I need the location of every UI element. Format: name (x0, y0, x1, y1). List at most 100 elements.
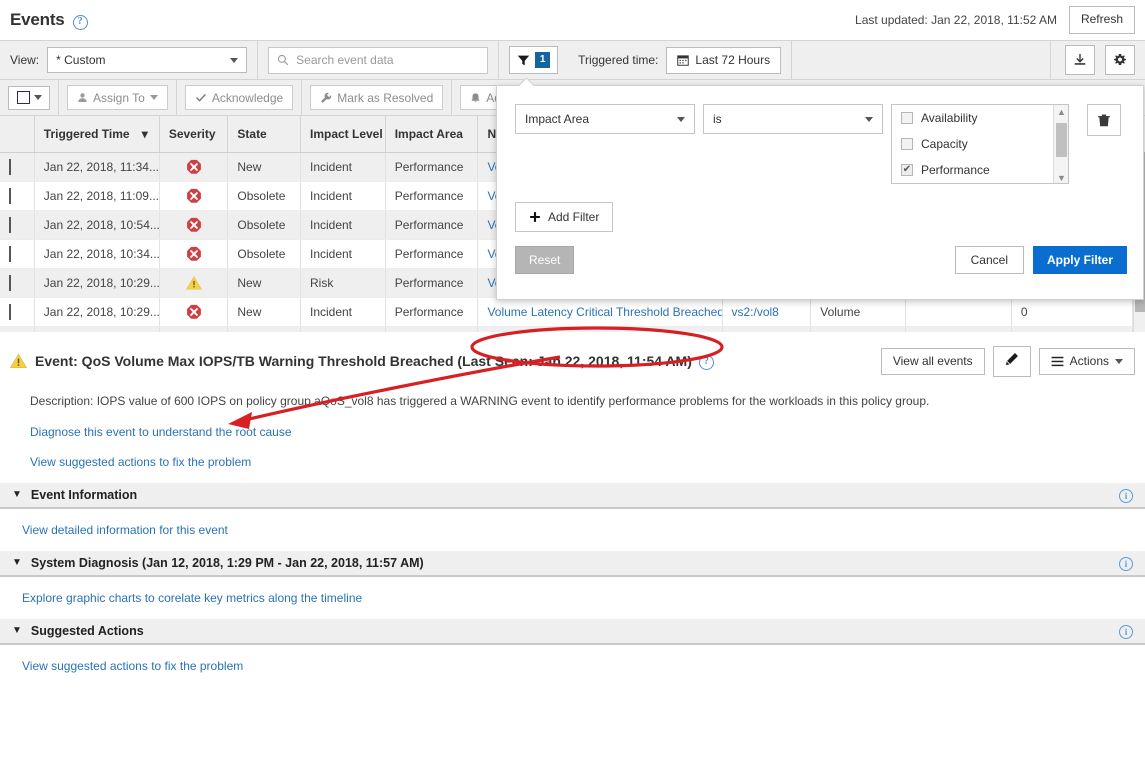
mark-as-resolved-button[interactable]: Mark as Resolved (310, 85, 443, 110)
checkbox-availability[interactable] (901, 112, 913, 124)
accordion-header-suggested-actions[interactable]: ▼ Suggested Actions i (0, 619, 1145, 645)
checkbox-performance[interactable]: ✔ (901, 164, 913, 176)
multiselect-scrollbar[interactable]: ▲ ▼ (1053, 105, 1068, 184)
plus-icon (529, 211, 541, 223)
view-selector-cell: View: * Custom (0, 40, 258, 80)
header-triggered-time[interactable]: Triggered Time ▾ (34, 116, 159, 152)
popup-actions: Cancel Apply Filter (955, 246, 1127, 274)
cell-name: QoS Volume Max IOPS/...Threshold Breache… (478, 326, 722, 332)
triggered-time-button[interactable]: Last 72 Hours (666, 47, 781, 74)
refresh-button[interactable]: Refresh (1069, 6, 1135, 34)
chevron-down-icon: ▼ (12, 490, 22, 500)
source-link[interactable]: vs2:/vol8 (732, 305, 779, 319)
accordion-system-diagnosis: ▼ System Diagnosis (Jan 12, 2018, 1:29 P… (0, 551, 1145, 605)
search-input-wrap[interactable]: Search event data (268, 47, 488, 74)
cancel-button[interactable]: Cancel (955, 246, 1024, 274)
filter-option-label: Capacity (921, 137, 968, 151)
accordion-header-event-information[interactable]: ▼ Event Information i (0, 483, 1145, 509)
view-select-value: * Custom (56, 53, 105, 67)
view-suggested-actions-link[interactable]: View suggested actions to fix the proble… (10, 439, 251, 469)
header-state[interactable]: State (228, 116, 301, 152)
cell-state: Obsolete (228, 210, 301, 239)
acknowledge-button[interactable]: Acknowledge (185, 85, 293, 110)
event-name-link[interactable]: Volume Latency Critical Threshold Breach… (487, 305, 722, 319)
row-checkbox[interactable] (9, 217, 11, 233)
row-checkbox-cell[interactable] (0, 239, 34, 268)
info-circle-icon[interactable]: i (1119, 488, 1133, 504)
row-checkbox[interactable] (9, 159, 11, 175)
reset-button[interactable]: Reset (515, 246, 574, 274)
cell-state: New (228, 297, 301, 326)
cell-severity (159, 326, 228, 332)
row-checkbox-cell[interactable] (0, 152, 34, 181)
header-impact-level[interactable]: Impact Level (300, 116, 385, 152)
warning-triangle-icon (10, 353, 27, 369)
multiselect-scroll-thumb[interactable] (1056, 123, 1067, 157)
table-row[interactable]: Jan 22, 2018, 10:29...NewIncidentPerform… (0, 297, 1133, 326)
suggested-actions-link[interactable]: View suggested actions to fix the proble… (22, 659, 243, 673)
info-circle-icon[interactable]: i (1119, 556, 1133, 572)
edit-button[interactable] (993, 346, 1031, 377)
select-all-dropdown[interactable] (8, 86, 50, 110)
help-circle-icon[interactable]: ? (699, 355, 714, 370)
apply-filter-button[interactable]: Apply Filter (1033, 246, 1127, 274)
filter-option-performance[interactable]: ✔ Performance (892, 157, 1068, 183)
checkbox-capacity[interactable] (901, 138, 913, 150)
explore-graphic-charts-link[interactable]: Explore graphic charts to corelate key m… (22, 591, 362, 605)
view-all-events-button[interactable]: View all events (881, 348, 985, 376)
cell-impact-area: Performance (385, 268, 478, 297)
critical-icon (186, 188, 202, 204)
actions-menu-button[interactable]: Actions (1039, 348, 1135, 376)
delete-filter-button[interactable] (1087, 104, 1121, 136)
critical-icon (186, 217, 202, 233)
filter-option-capacity[interactable]: Capacity (892, 131, 1068, 157)
filter-operator-value: is (713, 112, 722, 126)
row-checkbox-cell[interactable] (0, 268, 34, 297)
view-detailed-information-link[interactable]: View detailed information for this event (22, 523, 228, 537)
filter-field-select[interactable]: Impact Area (515, 104, 695, 134)
header-label: Triggered Time (44, 127, 130, 141)
gear-icon (1113, 53, 1127, 67)
cell-source: vs2:/vol8 (722, 326, 811, 332)
settings-button[interactable] (1105, 45, 1135, 75)
filter-operator-select[interactable]: is (703, 104, 883, 134)
row-checkbox-cell[interactable] (0, 210, 34, 239)
filter-option-availability[interactable]: Availability (892, 105, 1068, 131)
table-row[interactable]: Jan 22, 2018, 10:29...NewRiskPerformance… (0, 326, 1133, 332)
cell-triggered-time: Jan 22, 2018, 10:29... (34, 326, 159, 332)
export-button[interactable] (1065, 45, 1095, 75)
filter-value-multiselect[interactable]: Availability Capacity ✔ Performance ▲ ▼ (891, 104, 1069, 184)
row-checkbox-cell[interactable] (0, 297, 34, 326)
add-filter-button[interactable]: Add Filter (515, 202, 613, 232)
help-circle-icon[interactable]: ? (73, 15, 88, 30)
accordion-header-system-diagnosis[interactable]: ▼ System Diagnosis (Jan 12, 2018, 1:29 P… (0, 551, 1145, 577)
user-icon (77, 92, 88, 103)
search-icon (277, 54, 289, 66)
search-input[interactable]: Search event data (296, 53, 393, 67)
row-checkbox-cell[interactable] (0, 326, 34, 332)
row-checkbox-cell[interactable] (0, 181, 34, 210)
accordion-title: Suggested Actions (31, 624, 144, 638)
triggered-time-label: Triggered time: (578, 53, 658, 67)
header-severity[interactable]: Severity (159, 116, 228, 152)
trash-icon (1097, 113, 1111, 128)
header-impact-area[interactable]: Impact Area (385, 116, 478, 152)
view-select[interactable]: * Custom (47, 47, 247, 73)
assign-to-button[interactable]: Assign To (67, 85, 168, 110)
select-all-checkbox[interactable] (17, 91, 30, 104)
diagnose-event-link[interactable]: Diagnose this event to understand the ro… (10, 409, 292, 439)
mark-as-resolved-label: Mark as Resolved (337, 91, 433, 105)
filter-bar: View: * Custom Search event data 1 (0, 40, 1145, 80)
popup-arrow (519, 78, 535, 86)
filter-toggle-button[interactable]: 1 (509, 46, 558, 74)
row-checkbox[interactable] (9, 304, 11, 320)
cell-impact-area: Performance (385, 297, 478, 326)
scroll-up-arrow-icon[interactable]: ▲ (1054, 105, 1069, 119)
row-checkbox[interactable] (9, 275, 11, 291)
row-checkbox[interactable] (9, 246, 11, 262)
cell-impact-level: Incident (300, 152, 385, 181)
scroll-down-arrow-icon[interactable]: ▼ (1054, 171, 1069, 184)
row-checkbox[interactable] (9, 188, 11, 204)
info-circle-icon[interactable]: i (1119, 624, 1133, 640)
cell-impact-level: Risk (300, 326, 385, 332)
